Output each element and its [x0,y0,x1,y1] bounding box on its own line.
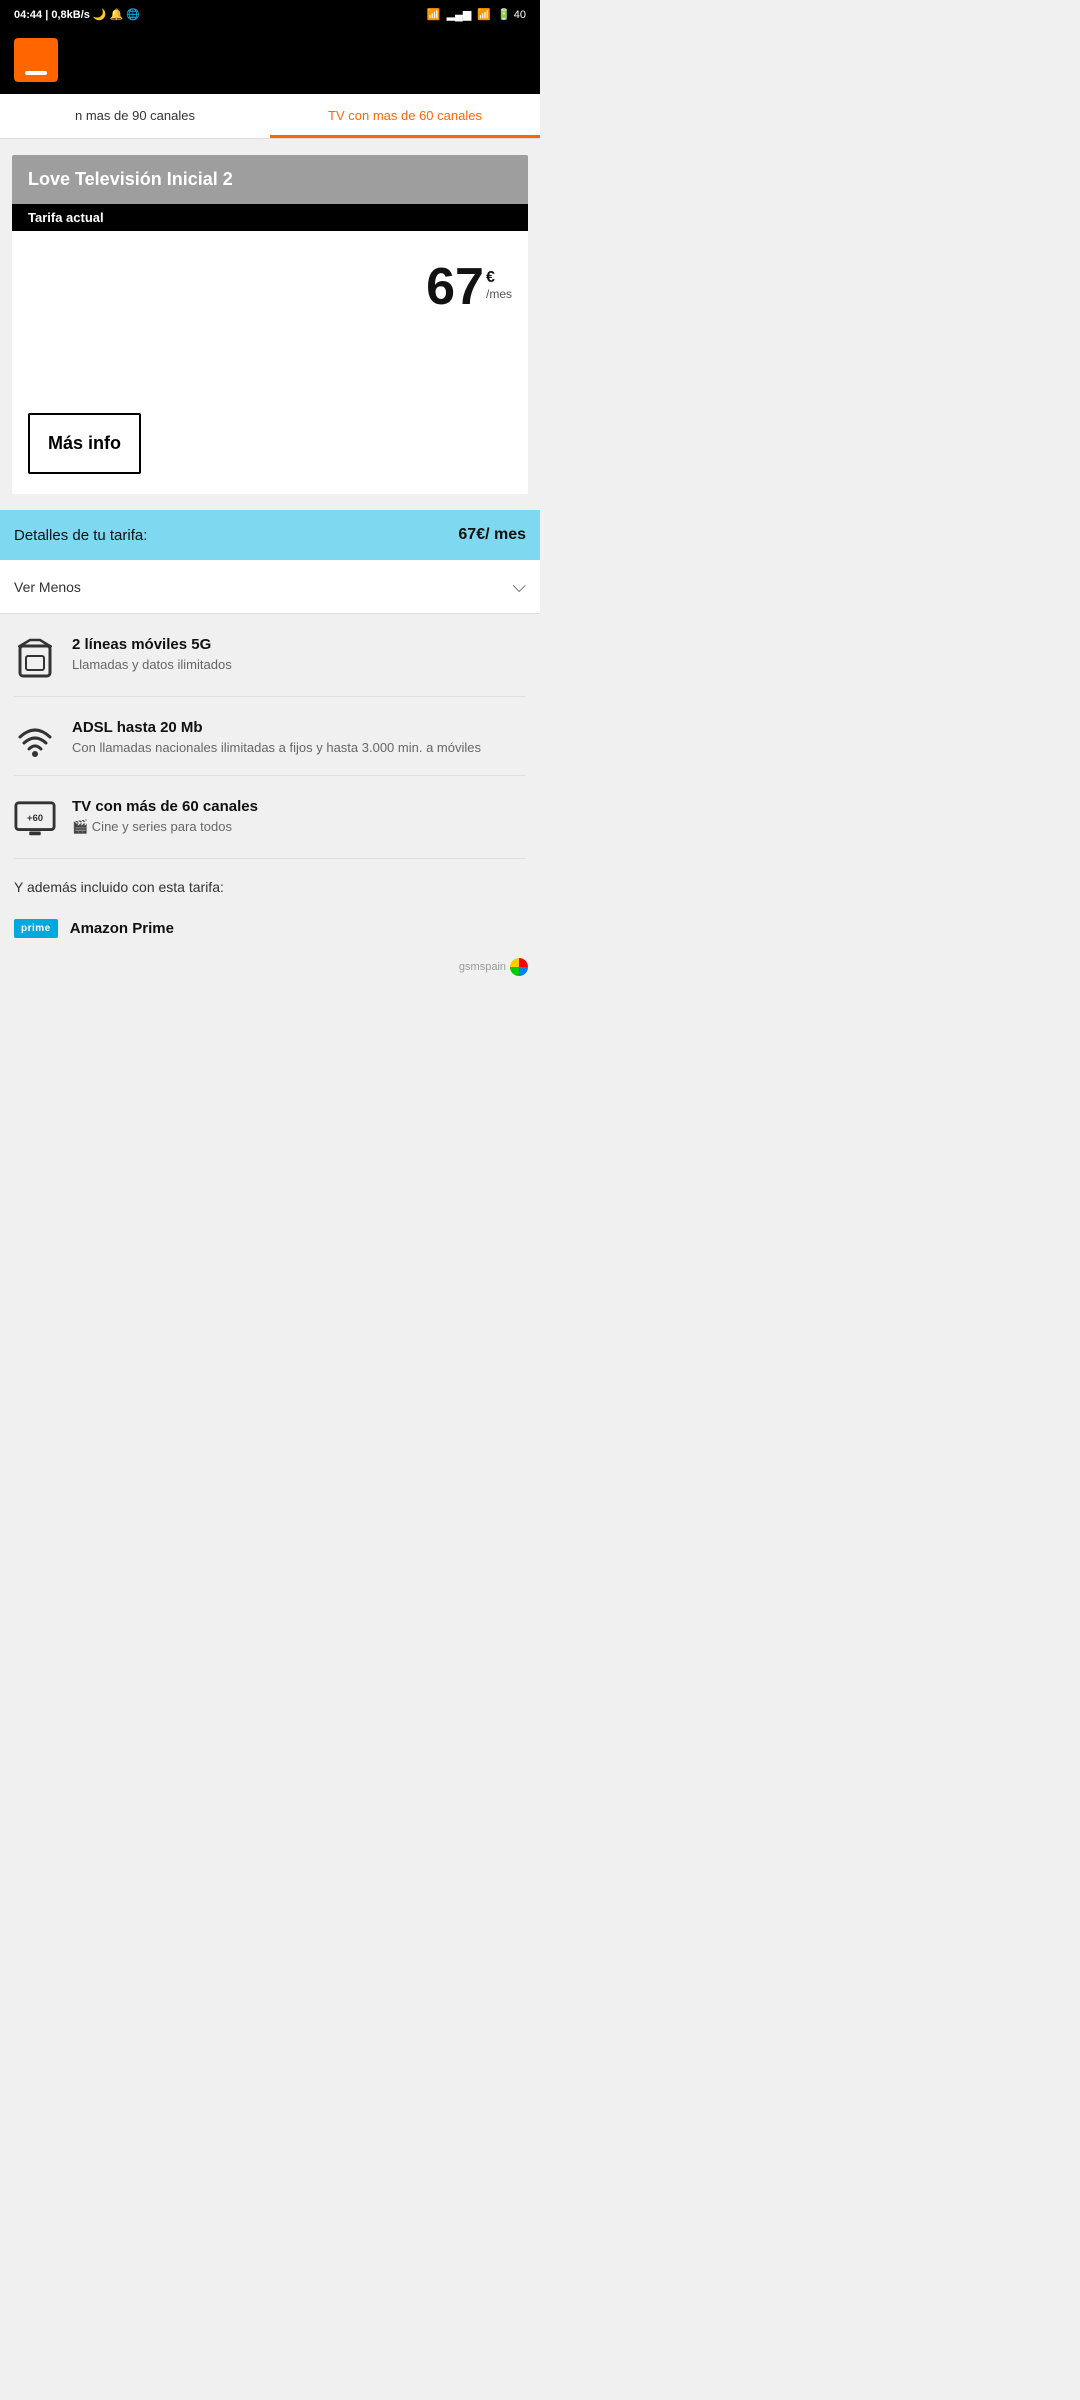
feature-item-mobile: 2 líneas móviles 5G Llamadas y datos ili… [14,614,526,697]
price-period: /mes [486,287,512,301]
amazon-prime-row: prime Amazon Prime [0,905,540,952]
tv-feature-title: TV con más de 60 canales [72,798,258,815]
plan-header: Love Televisión Inicial 2 [12,155,528,204]
gsm-ball-icon [510,958,528,976]
price-currency: € [486,269,512,287]
details-label: Detalles de tu tarifa: [14,527,147,544]
adsl-feature-desc: Con llamadas nacionales ilimitadas a fij… [72,740,481,755]
chevron-down-icon: ⌵ [512,576,526,597]
header [0,28,540,94]
tab-navigation: n mas de 90 canales TV con mas de 60 can… [0,94,540,139]
status-right-icons: 📶 ▂▄▆ 📶 🔋 40 [427,8,526,21]
logo-bars [25,71,47,75]
details-section: Detalles de tu tarifa: 67€/ mes [0,510,540,560]
tv-feature-desc: 🎬 Cine y series para todos [72,819,258,835]
tab-60-canales[interactable]: TV con mas de 60 canales [270,94,540,138]
feature-text-tv: TV con más de 60 canales 🎬 Cine y series… [72,798,258,835]
orange-logo [14,38,58,82]
feature-text-adsl: ADSL hasta 20 Mb Con llamadas nacionales… [72,719,481,755]
prime-label: Amazon Prime [70,920,174,937]
watermark-logo: gsmspain [459,958,528,976]
ver-menos-row[interactable]: Ver Menos ⌵ [0,560,540,614]
svg-text:+60: +60 [27,813,43,824]
mobile-feature-title: 2 líneas móviles 5G [72,636,232,653]
details-price: 67€/ mes [458,526,526,544]
plan-spacer [12,333,528,413]
also-included-section: Y además incluido con esta tarifa: [0,859,540,905]
also-included-label: Y además incluido con esta tarifa: [14,879,224,895]
prime-badge: prime [14,919,58,938]
status-bar: 04:44 | 0,8kB/s 🌙 🔔 🌐 📶 ▂▄▆ 📶 🔋 40 [0,0,540,28]
price-section: 67 € /mes [12,231,528,333]
plan-title: Love Televisión Inicial 2 [28,169,512,190]
feature-text-mobile: 2 líneas móviles 5G Llamadas y datos ili… [72,636,232,672]
tv-icon: +60 [14,798,56,840]
mas-info-button[interactable]: Más info [28,413,141,474]
features-list: 2 líneas móviles 5G Llamadas y datos ili… [0,614,540,859]
wifi-status-icon: 📶 [477,8,491,21]
watermark: gsmspain [0,952,540,986]
feature-item-adsl: ADSL hasta 20 Mb Con llamadas nacionales… [14,697,526,776]
bluetooth-icon: 📶 [427,8,441,21]
price-amount: 67 [426,261,484,313]
price-details: € /mes [486,261,512,301]
plan-card: Love Televisión Inicial 2 Tarifa actual … [12,155,528,494]
ver-menos-label: Ver Menos [14,579,81,595]
adsl-feature-title: ADSL hasta 20 Mb [72,719,481,736]
feature-item-tv: +60 TV con más de 60 canales 🎬 Cine y se… [14,776,526,859]
battery-icon: 🔋 40 [497,8,526,21]
tab-90-canales[interactable]: n mas de 90 canales [0,94,270,138]
mobile-feature-desc: Llamadas y datos ilimitados [72,657,232,672]
sim-icon [14,636,56,678]
signal-icon: ▂▄▆ [447,8,472,21]
wifi-icon [14,719,56,757]
status-time-network: 04:44 | 0,8kB/s 🌙 🔔 🌐 [14,8,140,21]
plan-badge: Tarifa actual [12,204,528,231]
